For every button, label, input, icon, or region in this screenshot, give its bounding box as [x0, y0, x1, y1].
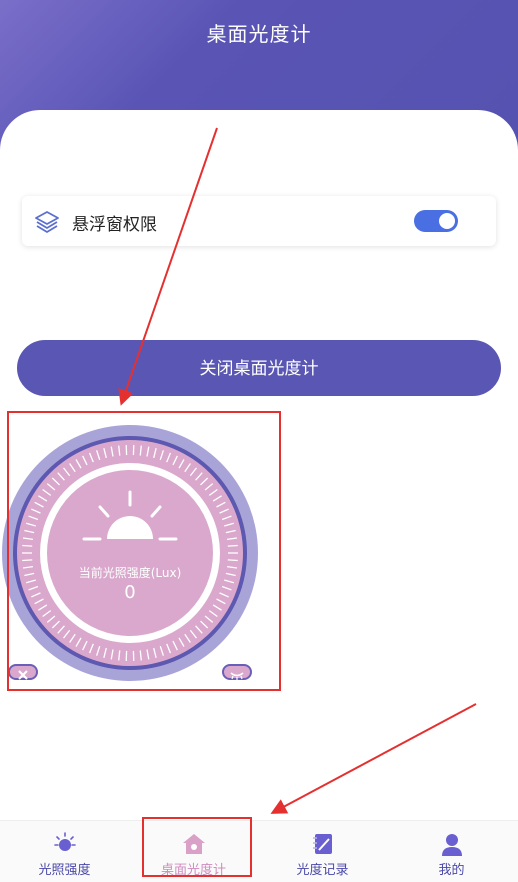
person-icon	[439, 831, 465, 857]
layers-icon	[34, 208, 60, 234]
annotation-frame-tab	[142, 817, 252, 877]
tab-label: 光度记录	[258, 859, 387, 878]
close-desktop-meter-button[interactable]: 关闭桌面光度计	[17, 340, 501, 396]
permission-toggle[interactable]	[414, 210, 458, 232]
toggle-knob	[439, 213, 455, 229]
tab-label: 光照强度	[0, 859, 129, 878]
notebook-icon	[310, 831, 336, 857]
floating-window-permission-row[interactable]: 悬浮窗权限	[22, 196, 496, 246]
sun-icon	[52, 831, 78, 857]
bottom-tab-bar: 光照强度 桌面光度计 光度记录 我的	[0, 820, 518, 882]
tab-profile[interactable]: 我的	[387, 821, 516, 882]
annotation-frame-widget	[7, 411, 281, 691]
tab-light-intensity[interactable]: 光照强度	[0, 821, 129, 882]
permission-label: 悬浮窗权限	[72, 210, 157, 235]
tab-label: 我的	[387, 859, 516, 878]
tab-records[interactable]: 光度记录	[258, 821, 387, 882]
page-title: 桌面光度计	[0, 18, 518, 47]
